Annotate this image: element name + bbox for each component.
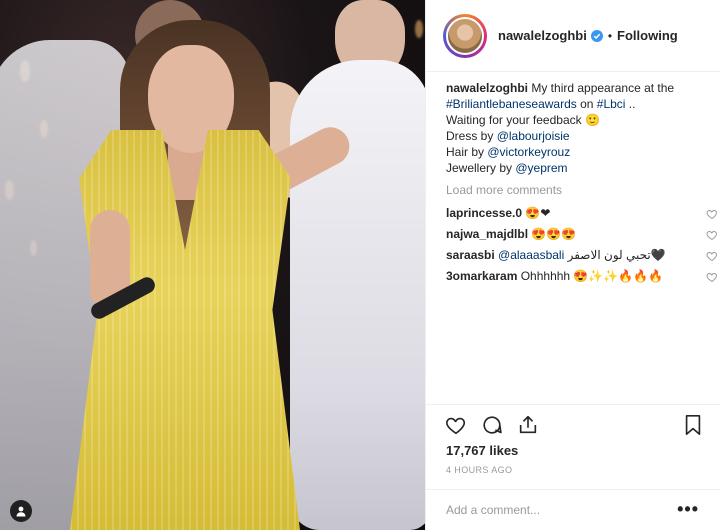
verified-badge-icon (590, 29, 603, 42)
comment-icon[interactable] (480, 413, 504, 437)
comment-username[interactable]: 3omarkaram (446, 269, 517, 283)
caption-text: My third appearance at the (528, 81, 675, 95)
comment-text: تحبي لون الاصفر🖤 (564, 248, 666, 262)
post-caption: nawalelzoghbi My third appearance at the… (446, 80, 706, 176)
mention-link[interactable]: @victorkeyrouz (487, 145, 570, 159)
comment-username[interactable]: saraasbi (446, 248, 495, 262)
comment-username[interactable]: najwa_majdlbl (446, 227, 528, 241)
comments-list: nawalelzoghbi My third appearance at the… (446, 80, 717, 284)
comment: laprincesse.0 😍❤ (446, 206, 717, 221)
heart-outline-icon[interactable] (706, 271, 718, 283)
caption-line: Waiting for your feedback 🙂 (446, 113, 600, 127)
post-photo[interactable] (0, 0, 425, 530)
background-dancer-right (290, 60, 425, 530)
comment: 3omarkaram Ohhhhhh 😍✨✨🔥🔥🔥 (446, 269, 717, 284)
following-button[interactable]: Following (617, 28, 678, 43)
load-more-comments-button[interactable]: Load more comments (446, 183, 706, 197)
add-comment-bar: Add a comment... ••• (426, 489, 720, 529)
more-options-button[interactable]: ••• (677, 499, 699, 520)
caption-text: .. (625, 97, 636, 111)
mention-link[interactable]: @alaaasbali (495, 248, 564, 262)
share-icon[interactable] (516, 413, 540, 437)
mention-link[interactable]: @yeprem (515, 161, 567, 175)
story-ring[interactable] (443, 13, 487, 58)
caption-text: Jewellery by (446, 161, 516, 175)
mention-link[interactable]: @labourjoisie (497, 129, 570, 143)
caption-line: Dress by @labourjoisie (446, 128, 706, 144)
comment-text: 😍😍😍 (528, 227, 577, 241)
heart-icon[interactable] (444, 413, 468, 437)
likes-count[interactable]: 17,767 likes (446, 443, 518, 458)
avatar[interactable] (446, 16, 484, 55)
heart-outline-icon[interactable] (706, 229, 718, 241)
comment: saraasbi @alaaasbali تحبي لون الاصفر🖤 (446, 248, 717, 263)
comment-text: Ohhhhhh 😍✨✨🔥🔥🔥 (517, 269, 664, 283)
comment: najwa_majdlbl 😍😍😍 (446, 227, 717, 242)
heart-outline-icon[interactable] (706, 250, 718, 262)
comment-username[interactable]: laprincesse.0 (446, 206, 522, 220)
stage-light (415, 20, 423, 38)
header-username[interactable]: nawalelzoghbi (498, 28, 587, 43)
hashtag-link[interactable]: #Briliantlebaneseawards (446, 97, 577, 111)
caption-line: Jewellery by @yeprem (446, 160, 706, 176)
caption-line: Hair by @victorkeyrouz (446, 144, 706, 160)
instagram-post-viewer: nawalelzoghbi • Following nawalelzoghbi … (0, 0, 720, 530)
comment-input[interactable]: Add a comment... (446, 503, 540, 517)
separator-dot: • (607, 28, 613, 43)
post-side-panel: nawalelzoghbi • Following nawalelzoghbi … (425, 0, 720, 530)
bookmark-icon[interactable] (681, 413, 705, 437)
caption-text: on (576, 97, 597, 111)
caption-text: Hair by (446, 145, 488, 159)
person-tag-icon[interactable] (10, 500, 32, 522)
caption-username[interactable]: nawalelzoghbi (446, 81, 528, 95)
action-icons (444, 413, 704, 439)
post-timestamp[interactable]: 4 HOURS AGO (446, 465, 512, 475)
heart-outline-icon[interactable] (706, 208, 718, 220)
post-header: nawalelzoghbi • Following (426, 0, 720, 72)
post-actions: 17,767 likes 4 HOURS AGO Add a comment..… (426, 404, 720, 528)
caption-line: nawalelzoghbi My third appearance at the… (446, 80, 706, 112)
caption-text: Dress by (446, 129, 497, 143)
hashtag-link[interactable]: #Lbci (597, 97, 626, 111)
comment-text: 😍❤ (522, 206, 551, 220)
